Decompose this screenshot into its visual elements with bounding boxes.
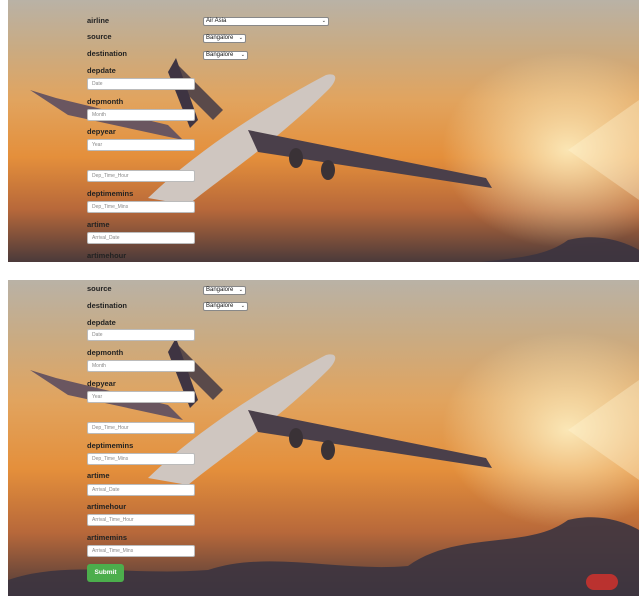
depyear-input[interactable]: Year: [87, 139, 195, 151]
airline-select[interactable]: Air Asia ⌄: [203, 17, 329, 26]
depdate-label: depdate: [87, 318, 116, 327]
artime-input[interactable]: Arrival_Date: [87, 484, 195, 496]
artime-label: artime: [87, 220, 110, 229]
chevron-down-icon: ⌄: [240, 52, 245, 58]
deptimehour-input[interactable]: Dep_Time_Hour: [87, 422, 195, 434]
source-selected-value: Bangalore: [206, 287, 234, 293]
depyear-label: depyear: [87, 127, 116, 136]
depyear-input[interactable]: Year: [87, 391, 195, 403]
red-badge-decoration: [586, 574, 618, 590]
artimehour-input[interactable]: Arrival_Time_Hour: [87, 514, 195, 526]
chevron-down-icon: ⌄: [321, 18, 326, 24]
airline-selected-value: Air Asia: [206, 18, 227, 24]
deptimehour-input[interactable]: Dep_Time_Hour: [87, 170, 195, 182]
submit-button[interactable]: Submit: [87, 564, 124, 582]
deptimemins-label: deptimemins: [87, 189, 134, 198]
depmonth-input[interactable]: Month: [87, 360, 195, 372]
depdate-input[interactable]: Date: [87, 329, 195, 341]
deptimemins-label: deptimemins: [87, 441, 134, 450]
artimehour-label: artimehour: [87, 502, 127, 511]
airline-label: airline: [87, 16, 110, 25]
deptimemins-input[interactable]: Dep_Time_Mins: [87, 201, 195, 213]
depdate-input[interactable]: Date: [87, 78, 195, 90]
destination-select[interactable]: Bangalore ⌄: [203, 302, 248, 311]
source-label: source: [87, 284, 112, 293]
depmonth-label: depmonth: [87, 97, 124, 106]
artimemins-label: artimemins: [87, 533, 128, 542]
source-select[interactable]: Bangalore ⌄: [203, 34, 246, 43]
depdate-label: depdate: [87, 66, 116, 75]
form-panel-top: airline Air Asia ⌄ source Bangalore ⌄ de…: [8, 0, 639, 262]
destination-label: destination: [87, 301, 128, 310]
source-select[interactable]: Bangalore ⌄: [203, 286, 246, 295]
depyear-label: depyear: [87, 379, 116, 388]
destination-label: destination: [87, 49, 128, 58]
depmonth-input[interactable]: Month: [87, 109, 195, 121]
artime-label: artime: [87, 471, 110, 480]
chevron-down-icon: ⌄: [238, 35, 243, 41]
destination-selected-value: Bangalore: [206, 52, 234, 58]
source-label: source: [87, 32, 112, 41]
source-selected-value: Bangalore: [206, 35, 234, 41]
destination-selected-value: Bangalore: [206, 303, 234, 309]
chevron-down-icon: ⌄: [238, 287, 243, 293]
artimemins-input[interactable]: Arrival_Time_Mins: [87, 545, 195, 557]
artimehour-label: artimehour: [87, 251, 127, 260]
chevron-down-icon: ⌄: [240, 303, 245, 309]
deptimemins-input[interactable]: Dep_Time_Mins: [87, 453, 195, 465]
depmonth-label: depmonth: [87, 348, 124, 357]
artime-input[interactable]: Arrival_Date: [87, 232, 195, 244]
destination-select[interactable]: Bangalore ⌄: [203, 51, 248, 60]
form-panel-bottom: source Bangalore ⌄ destination Bangalore…: [8, 280, 639, 596]
